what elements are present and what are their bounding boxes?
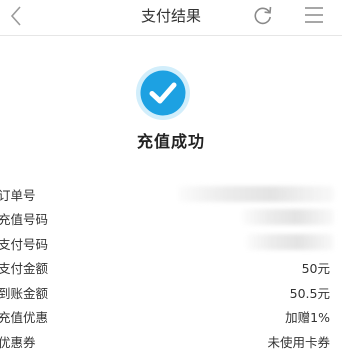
coupon-label: 优惠券 <box>0 335 36 350</box>
menu-icon <box>305 7 323 23</box>
order-number-value-redacted <box>178 186 334 202</box>
credited-amount-row: 到账金额 50.5元 <box>0 281 342 303</box>
refresh-icon <box>254 6 272 25</box>
payment-number-value-redacted <box>246 234 334 250</box>
nav-bar: 支付结果 <box>0 0 342 36</box>
result-status-text: 充值成功 <box>136 132 205 151</box>
recharge-discount-label: 充值优惠 <box>0 310 49 325</box>
credited-amount-value: 50.5元 <box>289 286 330 301</box>
page-title: 支付结果 <box>140 7 201 25</box>
recharge-number-label: 充值号码 <box>0 212 49 227</box>
menu-button[interactable] <box>302 2 326 28</box>
payment-amount-value: 50元 <box>301 261 330 276</box>
recharge-discount-row: 充值优惠 加赠1% <box>0 305 342 327</box>
order-number-row: 订单号 <box>0 183 342 205</box>
order-number-label: 订单号 <box>0 188 36 203</box>
recharge-number-value-redacted <box>242 209 334 225</box>
payment-amount-label: 支付金额 <box>0 261 49 276</box>
payment-number-row: 支付号码 <box>0 232 342 254</box>
recharge-number-row: 充值号码 <box>0 207 342 229</box>
payment-amount-row: 支付金额 50元 <box>0 256 342 278</box>
credited-amount-label: 到账金额 <box>0 286 49 301</box>
recharge-discount-value: 加赠1% <box>285 310 330 325</box>
check-circle-icon <box>136 66 190 120</box>
coupon-row[interactable]: 优惠券 未使用卡券 <box>0 330 342 352</box>
success-status-icon <box>135 65 191 121</box>
coupon-value: 未使用卡券 <box>267 335 330 350</box>
refresh-button[interactable] <box>251 2 275 28</box>
payment-number-label: 支付号码 <box>0 237 49 252</box>
